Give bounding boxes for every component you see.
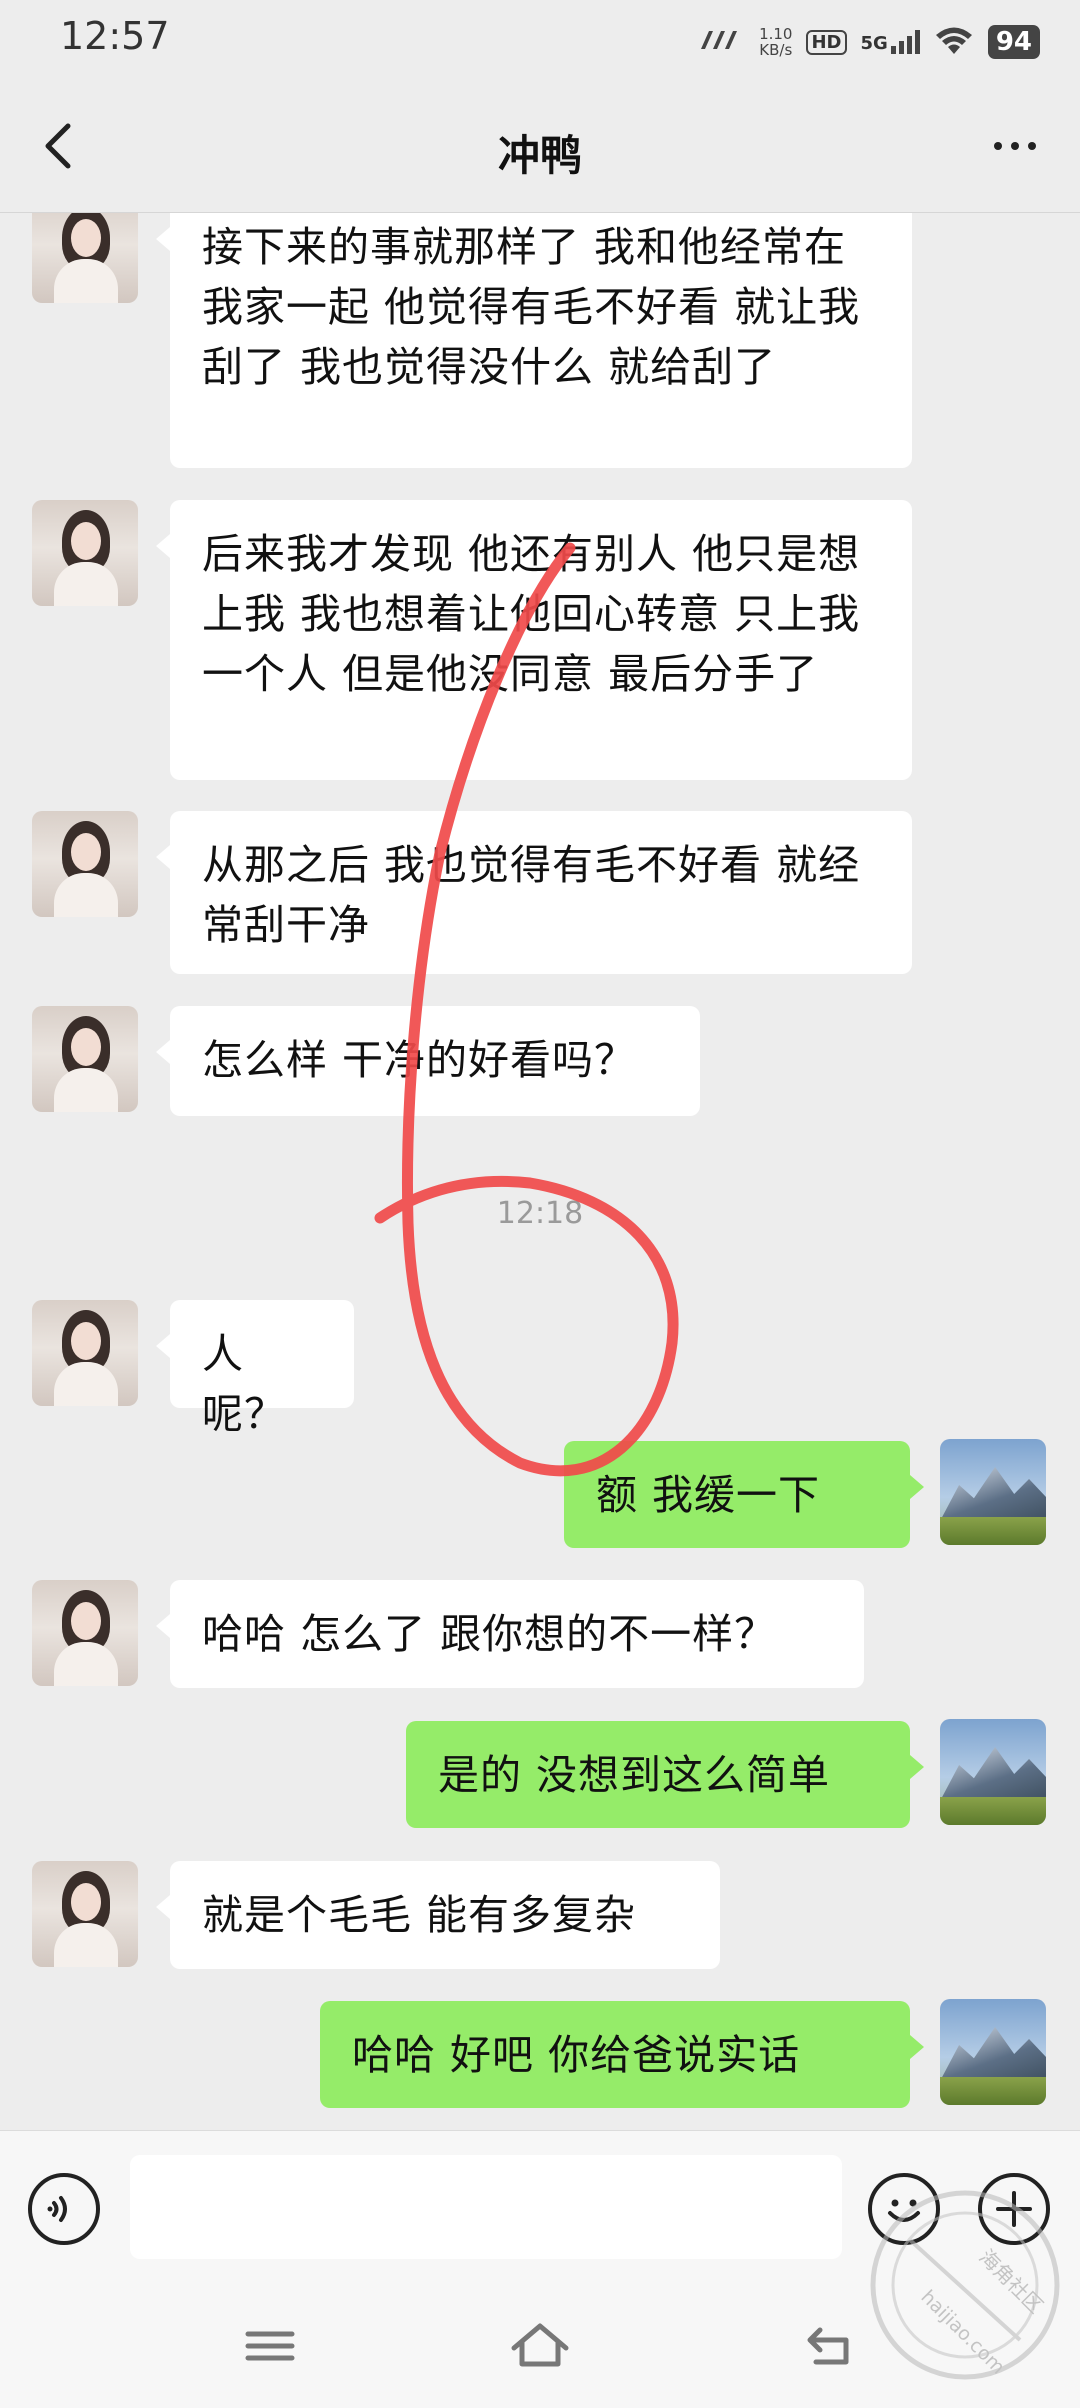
back-icon (807, 2327, 849, 2365)
more-functions-button[interactable] (978, 2173, 1050, 2245)
network-speed: 1.10 KB/s (759, 26, 792, 58)
more-dots-icon (994, 142, 1036, 150)
plus-icon (996, 2191, 1032, 2227)
contact-avatar[interactable] (32, 1006, 138, 1112)
contact-avatar[interactable] (32, 1580, 138, 1686)
incoming-message[interactable]: 接下来的事就那样了 我和他经常在我家一起 他觉得有毛不好看 就让我刮了 我也觉得… (156, 213, 912, 468)
incoming-message[interactable]: 就是个毛毛 能有多复杂 (156, 1861, 720, 1969)
outgoing-message[interactable]: 额 我缓一下 (564, 1441, 924, 1548)
recent-apps-button[interactable] (230, 2310, 310, 2380)
incoming-message[interactable]: 后来我才发现 他还有别人 他只是想上我 我也想着让他回心转意 只上我一个人 但是… (156, 500, 912, 780)
status-time: 12:57 (60, 14, 170, 58)
contact-avatar[interactable] (32, 213, 138, 303)
voice-button[interactable] (28, 2173, 100, 2245)
outgoing-message[interactable]: 哈哈 好吧 你给爸说实话 (320, 2001, 924, 2108)
voice-icon (47, 2196, 67, 2222)
hd-badge: HD (806, 29, 847, 55)
incoming-message[interactable]: 哈哈 怎么了 跟你想的不一样？ (156, 1580, 864, 1688)
chat-header: 冲鸭 (0, 80, 1080, 213)
network-speed-unit: KB/s (759, 41, 793, 59)
contact-avatar[interactable] (32, 1300, 138, 1406)
system-back-button[interactable] (790, 2310, 870, 2380)
status-icons: 1.10 KB/s HD 5G 94 (697, 22, 1040, 62)
incoming-message[interactable]: 从那之后 我也觉得有毛不好看 就经常刮干净 (156, 811, 912, 974)
home-icon (511, 2323, 569, 2367)
message-timestamp: 12:18 (496, 1196, 584, 1231)
menu-icon (245, 2331, 295, 2361)
contact-avatar[interactable] (32, 811, 138, 917)
my-avatar[interactable] (940, 1999, 1046, 2105)
message-input[interactable] (130, 2155, 842, 2259)
input-bar (0, 2130, 1080, 2291)
status-bar: 12:57 1.10 KB/s HD 5G 94 (0, 0, 1080, 80)
battery-level: 94 (987, 25, 1040, 59)
message-list[interactable]: 接下来的事就那样了 我和他经常在我家一起 他觉得有毛不好看 就让我刮了 我也觉得… (0, 213, 1080, 2130)
system-nav-bar (0, 2290, 1080, 2408)
emoji-icon (888, 2199, 920, 2222)
contact-avatar[interactable] (32, 500, 138, 606)
my-avatar[interactable] (940, 1439, 1046, 1545)
network-speed-value: 1.10 (759, 25, 793, 43)
network-speed-icon (697, 27, 745, 57)
outgoing-message[interactable]: 是的 没想到这么简单 (406, 1721, 924, 1828)
contact-avatar[interactable] (32, 1861, 138, 1967)
my-avatar[interactable] (940, 1719, 1046, 1825)
more-button[interactable] (980, 116, 1050, 176)
incoming-message[interactable]: 人呢？ (156, 1300, 354, 1438)
network-type: 5G (860, 33, 888, 54)
signal-icon: 5G (861, 30, 920, 54)
signal-bars-icon (890, 30, 920, 54)
emoji-button[interactable] (868, 2173, 940, 2245)
home-button[interactable] (500, 2310, 580, 2380)
incoming-message[interactable]: 怎么样 干净的好看吗？ (156, 1006, 700, 1116)
chat-title: 冲鸭 (497, 131, 582, 180)
wifi-icon (934, 24, 974, 60)
